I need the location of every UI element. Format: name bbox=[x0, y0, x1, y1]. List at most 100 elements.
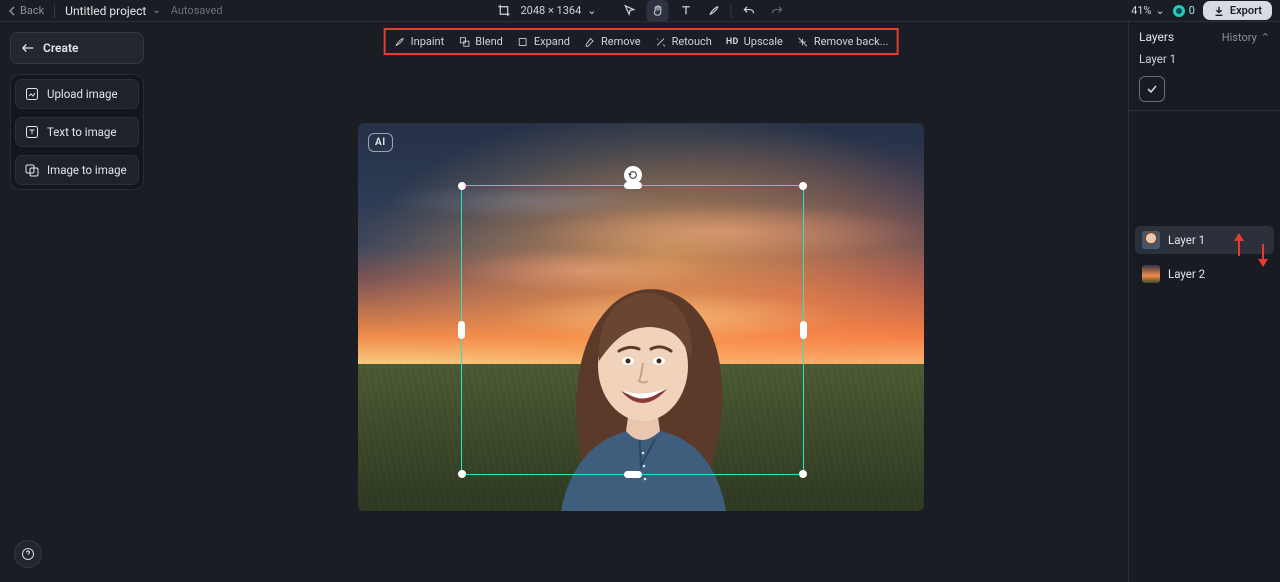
retouch-tool[interactable]: Retouch bbox=[655, 35, 712, 48]
brush-tool[interactable] bbox=[703, 0, 725, 22]
chevron-left-icon bbox=[8, 6, 16, 16]
layer-row-1[interactable]: Layer 1 bbox=[1135, 226, 1274, 254]
layer-thumb bbox=[1142, 231, 1160, 249]
history-label: History bbox=[1222, 31, 1257, 44]
top-bar: Back Untitled project ⌄ Autosaved 2048 ×… bbox=[0, 0, 1280, 22]
credits-badge[interactable]: 0 bbox=[1173, 4, 1195, 17]
tool-label: Retouch bbox=[672, 35, 712, 48]
item-label: Image to image bbox=[47, 163, 127, 177]
resize-handle-r[interactable] bbox=[800, 321, 807, 339]
sparkle-icon bbox=[655, 36, 667, 48]
panel-spacer bbox=[1129, 110, 1280, 220]
check-icon bbox=[1146, 84, 1158, 94]
layers-panel: Layers History ⌃ Layer 1 Layer 1 Layer 2 bbox=[1128, 22, 1280, 582]
resize-handle-bl[interactable] bbox=[458, 470, 466, 478]
item-label: Text to image bbox=[47, 125, 116, 139]
remove-tool[interactable]: Remove bbox=[584, 35, 641, 48]
credits-icon bbox=[1173, 5, 1185, 17]
text-tool[interactable] bbox=[675, 0, 697, 22]
layers-panel-header: Layers History ⌃ bbox=[1129, 22, 1280, 52]
tool-label: Expand bbox=[534, 35, 570, 48]
annotation-arrow-up bbox=[1234, 234, 1244, 256]
image-icon bbox=[25, 163, 39, 177]
chevron-up-icon: ⌃ bbox=[1261, 31, 1270, 44]
tool-label: Inpaint bbox=[411, 35, 445, 48]
resize-handle-br[interactable] bbox=[799, 470, 807, 478]
ai-badge: AI bbox=[368, 133, 393, 152]
annotation-arrow-down bbox=[1258, 244, 1268, 266]
text-to-image-item[interactable]: Text to image bbox=[15, 117, 139, 147]
rotate-icon bbox=[628, 170, 638, 180]
undo-button[interactable] bbox=[738, 0, 760, 22]
resize-handle-tl[interactable] bbox=[458, 182, 466, 190]
selection-box[interactable] bbox=[461, 185, 804, 475]
canvas-area[interactable]: Inpaint Blend Expand Remove Retouch HD U… bbox=[154, 22, 1128, 582]
hand-icon bbox=[651, 4, 664, 17]
export-label: Export bbox=[1230, 4, 1262, 17]
create-list: Upload image Text to image Image to imag… bbox=[10, 74, 144, 190]
text-icon bbox=[679, 4, 692, 17]
resize-handle-l[interactable] bbox=[458, 321, 465, 339]
layers-list: Layer 1 Layer 2 bbox=[1129, 220, 1280, 294]
redo-button[interactable] bbox=[766, 0, 788, 22]
create-arrow-icon bbox=[21, 42, 35, 54]
layers-title: Layers bbox=[1139, 30, 1174, 44]
tool-label: Blend bbox=[475, 35, 503, 48]
main: Create Upload image Text to image Image … bbox=[0, 22, 1280, 582]
tool-label: Upscale bbox=[744, 35, 783, 48]
selected-layer-section: Layer 1 bbox=[1129, 52, 1280, 110]
layer-name: Layer 1 bbox=[1168, 233, 1205, 247]
image-to-image-item[interactable]: Image to image bbox=[15, 155, 139, 185]
project-name-dropdown[interactable]: Untitled project ⌄ bbox=[65, 4, 161, 18]
resize-handle-t[interactable] bbox=[624, 182, 642, 189]
expand-icon bbox=[517, 36, 529, 48]
expand-tool[interactable]: Expand bbox=[517, 35, 570, 48]
inpaint-tool[interactable]: Inpaint bbox=[394, 35, 445, 48]
divider bbox=[54, 4, 55, 18]
remove-background-tool[interactable]: Remove back... bbox=[797, 35, 888, 48]
export-button[interactable]: Export bbox=[1203, 1, 1272, 20]
blend-tool[interactable]: Blend bbox=[458, 35, 503, 48]
help-button[interactable] bbox=[14, 540, 42, 568]
layer-visibility-thumb[interactable] bbox=[1139, 76, 1165, 102]
ai-toolbar: Inpaint Blend Expand Remove Retouch HD U… bbox=[384, 28, 899, 55]
chevron-down-icon: ⌄ bbox=[152, 5, 160, 16]
topbar-center: 2048 × 1364 ⌄ bbox=[492, 0, 787, 22]
cursor-icon bbox=[623, 4, 636, 17]
tool-label: Remove bbox=[601, 35, 641, 48]
canvas-dimensions[interactable]: 2048 × 1364 ⌄ bbox=[520, 4, 596, 17]
redo-icon bbox=[770, 4, 783, 17]
credits-value: 0 bbox=[1189, 4, 1195, 17]
canvas-size-button[interactable] bbox=[492, 0, 514, 22]
upload-icon bbox=[25, 87, 39, 101]
cursor-tool[interactable] bbox=[619, 0, 641, 22]
topbar-right: 41% ⌄ 0 Export bbox=[1131, 1, 1272, 20]
download-icon bbox=[1213, 5, 1225, 17]
crop-icon bbox=[497, 4, 510, 17]
hand-tool[interactable] bbox=[647, 0, 669, 22]
divider bbox=[731, 4, 732, 18]
upscale-tool[interactable]: HD Upscale bbox=[726, 35, 783, 48]
artboard[interactable]: AI bbox=[358, 123, 924, 511]
undo-icon bbox=[742, 4, 755, 17]
topbar-left: Back Untitled project ⌄ Autosaved bbox=[8, 4, 223, 18]
layer-row-2[interactable]: Layer 2 bbox=[1135, 260, 1274, 288]
selected-layer-name: Layer 1 bbox=[1139, 52, 1270, 66]
text-icon bbox=[25, 125, 39, 139]
item-label: Upload image bbox=[47, 87, 118, 101]
hd-icon: HD bbox=[726, 37, 739, 47]
zoom-dropdown[interactable]: 41% ⌄ bbox=[1131, 4, 1165, 17]
project-name-text: Untitled project bbox=[65, 4, 146, 18]
create-button[interactable]: Create bbox=[10, 32, 144, 64]
create-label: Create bbox=[43, 41, 78, 55]
back-label: Back bbox=[20, 4, 44, 17]
blend-icon bbox=[458, 36, 470, 48]
back-button[interactable]: Back bbox=[8, 4, 44, 17]
history-toggle[interactable]: History ⌃ bbox=[1222, 31, 1270, 44]
layer-thumb bbox=[1142, 265, 1160, 283]
resize-handle-tr[interactable] bbox=[799, 182, 807, 190]
brush-icon bbox=[394, 36, 406, 48]
resize-handle-b[interactable] bbox=[624, 471, 642, 478]
eraser-icon bbox=[584, 36, 596, 48]
upload-image-item[interactable]: Upload image bbox=[15, 79, 139, 109]
